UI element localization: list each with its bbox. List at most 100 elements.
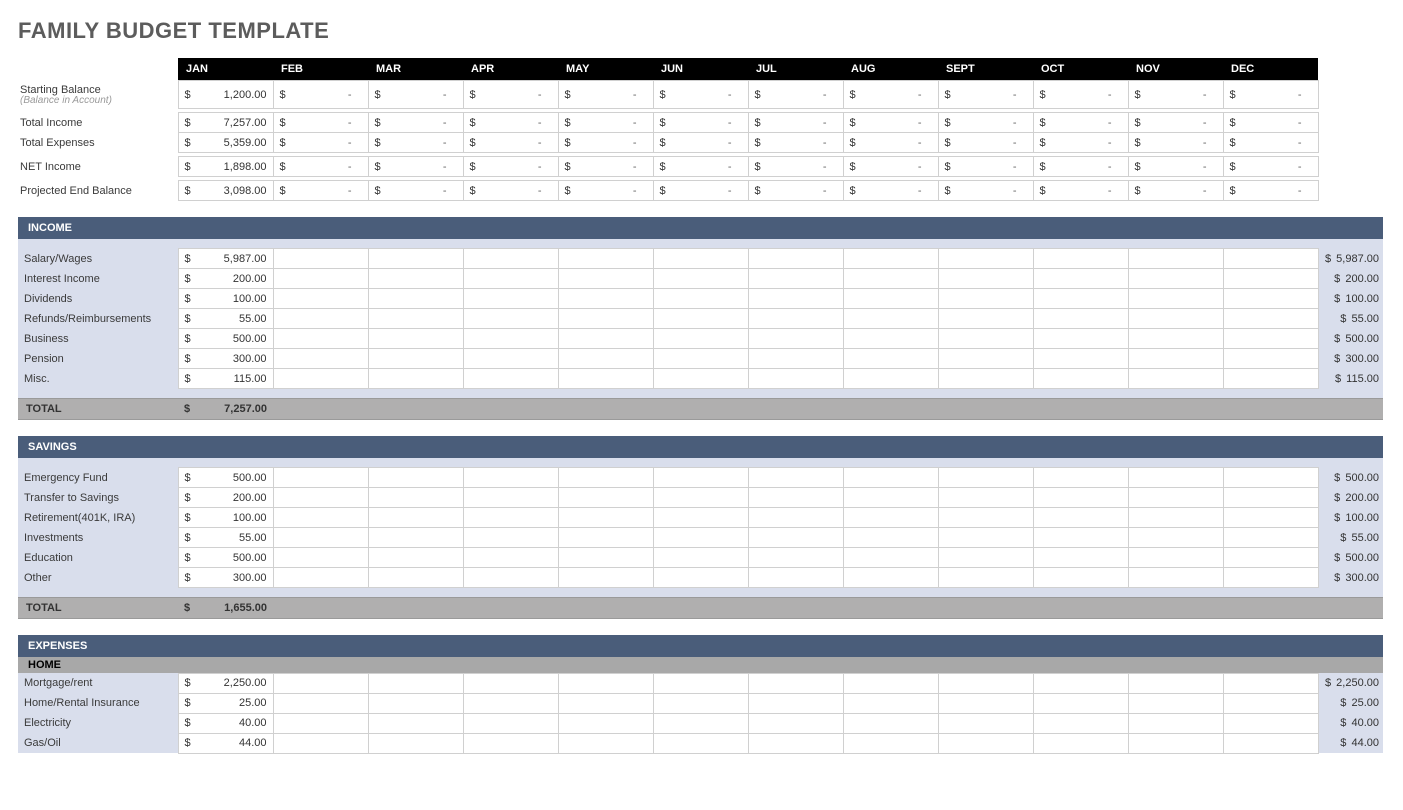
line-item-cell[interactable] (748, 568, 843, 588)
line-item-cell[interactable] (843, 249, 938, 269)
line-item-cell[interactable] (463, 528, 558, 548)
summary-cell[interactable]: $- (273, 133, 368, 153)
summary-cell[interactable]: $- (843, 181, 938, 201)
line-item-cell[interactable] (938, 329, 1033, 349)
line-item-cell[interactable] (1128, 713, 1223, 733)
line-item-cell[interactable] (843, 468, 938, 488)
line-item-cell[interactable] (843, 289, 938, 309)
line-item-cell[interactable] (558, 528, 653, 548)
line-item-cell[interactable] (1223, 468, 1318, 488)
line-item-cell[interactable] (938, 673, 1033, 693)
summary-cell[interactable]: $- (1128, 81, 1223, 109)
line-item-cell[interactable] (1128, 349, 1223, 369)
line-item-cell[interactable] (748, 528, 843, 548)
line-item-cell[interactable] (653, 548, 748, 568)
summary-cell-jan[interactable]: $7,257.00 (178, 113, 273, 133)
line-item-cell[interactable] (1128, 329, 1223, 349)
line-item-cell[interactable] (938, 568, 1033, 588)
line-item-cell[interactable] (938, 349, 1033, 369)
summary-cell[interactable]: $- (938, 157, 1033, 177)
line-item-cell[interactable] (1033, 249, 1128, 269)
summary-cell[interactable]: $- (368, 81, 463, 109)
summary-cell[interactable]: $- (273, 113, 368, 133)
summary-cell[interactable]: $- (463, 113, 558, 133)
line-item-cell[interactable] (1128, 289, 1223, 309)
line-item-cell[interactable] (368, 508, 463, 528)
line-item-cell[interactable] (273, 249, 368, 269)
line-item-cell[interactable] (938, 309, 1033, 329)
summary-cell[interactable]: $- (273, 157, 368, 177)
line-item-cell[interactable] (273, 369, 368, 389)
line-item-cell[interactable] (273, 693, 368, 713)
line-item-cell-jan[interactable]: $500.00 (178, 548, 273, 568)
line-item-cell[interactable] (938, 249, 1033, 269)
line-item-cell[interactable] (273, 488, 368, 508)
line-item-cell[interactable] (273, 289, 368, 309)
line-item-cell[interactable] (653, 488, 748, 508)
line-item-cell[interactable] (1128, 693, 1223, 713)
line-item-cell[interactable] (368, 369, 463, 389)
line-item-cell[interactable] (653, 369, 748, 389)
line-item-cell[interactable] (1128, 249, 1223, 269)
line-item-cell[interactable] (1128, 548, 1223, 568)
line-item-cell[interactable] (1223, 733, 1318, 753)
line-item-cell[interactable] (368, 289, 463, 309)
summary-cell[interactable]: $- (1223, 113, 1318, 133)
line-item-cell[interactable] (463, 488, 558, 508)
summary-cell[interactable]: $- (748, 181, 843, 201)
line-item-cell[interactable] (748, 468, 843, 488)
summary-cell-jan[interactable]: $3,098.00 (178, 181, 273, 201)
line-item-cell[interactable] (1223, 488, 1318, 508)
line-item-cell[interactable] (1128, 673, 1223, 693)
summary-cell[interactable]: $- (368, 157, 463, 177)
line-item-cell[interactable] (558, 369, 653, 389)
line-item-cell[interactable] (1033, 369, 1128, 389)
line-item-cell[interactable] (558, 309, 653, 329)
line-item-cell[interactable] (1223, 693, 1318, 713)
summary-cell[interactable]: $- (938, 113, 1033, 133)
line-item-cell[interactable] (273, 349, 368, 369)
line-item-cell[interactable] (1128, 488, 1223, 508)
line-item-cell[interactable] (368, 713, 463, 733)
line-item-cell[interactable] (748, 269, 843, 289)
line-item-cell[interactable] (748, 249, 843, 269)
summary-cell[interactable]: $- (653, 133, 748, 153)
summary-cell[interactable]: $- (748, 81, 843, 109)
line-item-cell[interactable] (273, 309, 368, 329)
line-item-cell[interactable] (748, 309, 843, 329)
line-item-cell[interactable] (843, 548, 938, 568)
line-item-cell[interactable] (368, 568, 463, 588)
line-item-cell[interactable] (558, 488, 653, 508)
summary-cell[interactable]: $- (368, 133, 463, 153)
summary-cell-jan[interactable]: $1,898.00 (178, 157, 273, 177)
line-item-cell[interactable] (1128, 468, 1223, 488)
summary-cell[interactable]: $- (938, 81, 1033, 109)
line-item-cell[interactable] (1223, 508, 1318, 528)
line-item-cell[interactable] (1033, 693, 1128, 713)
line-item-cell[interactable] (368, 269, 463, 289)
summary-cell[interactable]: $- (748, 157, 843, 177)
line-item-cell[interactable] (1128, 369, 1223, 389)
summary-cell-jan[interactable]: $1,200.00 (178, 81, 273, 109)
line-item-cell[interactable] (463, 548, 558, 568)
line-item-cell[interactable] (1223, 349, 1318, 369)
line-item-cell[interactable] (843, 528, 938, 548)
line-item-cell[interactable] (938, 548, 1033, 568)
summary-cell[interactable]: $- (843, 157, 938, 177)
line-item-cell[interactable] (653, 508, 748, 528)
line-item-cell-jan[interactable]: $100.00 (178, 508, 273, 528)
line-item-cell[interactable] (1033, 528, 1128, 548)
line-item-cell-jan[interactable]: $500.00 (178, 468, 273, 488)
line-item-cell[interactable] (1033, 349, 1128, 369)
summary-cell[interactable]: $- (463, 157, 558, 177)
line-item-cell[interactable] (1033, 568, 1128, 588)
line-item-cell[interactable] (273, 713, 368, 733)
line-item-cell[interactable] (1223, 528, 1318, 548)
line-item-cell[interactable] (653, 269, 748, 289)
summary-cell[interactable]: $- (273, 81, 368, 109)
line-item-cell[interactable] (1033, 468, 1128, 488)
line-item-cell[interactable] (273, 468, 368, 488)
line-item-cell[interactable] (1128, 568, 1223, 588)
line-item-cell[interactable] (1223, 713, 1318, 733)
line-item-cell[interactable] (1223, 369, 1318, 389)
